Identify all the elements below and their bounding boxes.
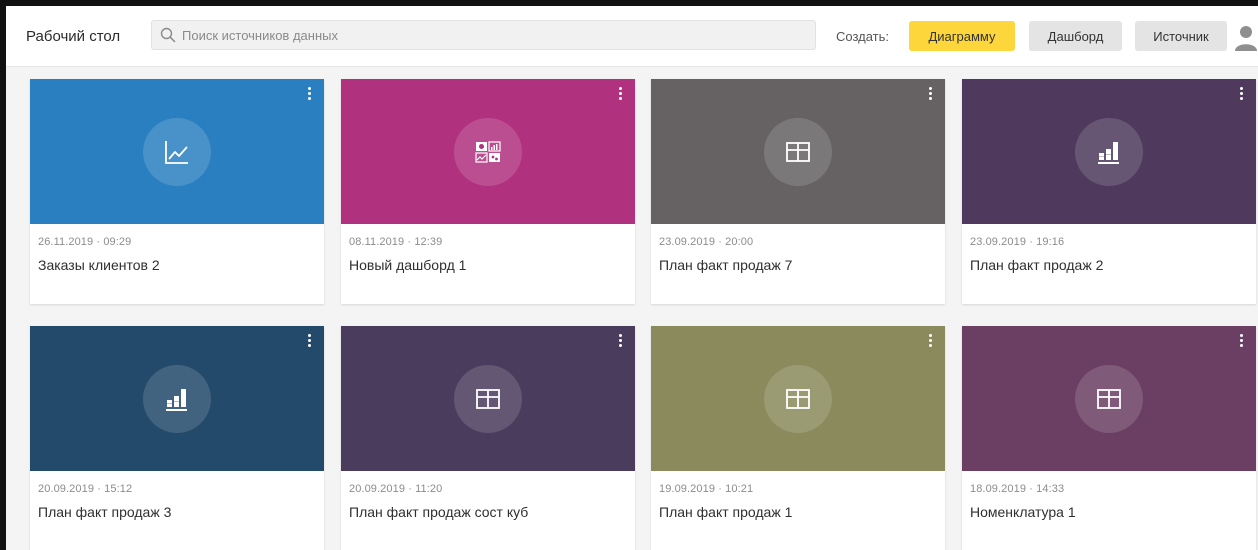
report-card[interactable]: 23.09.2019 · 19:16 План факт продаж 2 <box>962 79 1256 304</box>
card-thumbnail[interactable] <box>962 326 1256 471</box>
more-options-icon[interactable] <box>925 85 935 105</box>
more-options-icon[interactable] <box>1236 85 1246 105</box>
card-title[interactable]: План факт продаж сост куб <box>349 504 528 520</box>
card-thumbnail[interactable] <box>651 79 945 224</box>
card-title[interactable]: План факт продаж 3 <box>38 504 171 520</box>
report-card[interactable]: 26.11.2019 · 09:29 Заказы клиентов 2 <box>30 79 324 304</box>
app-window: Рабочий стол Создать: Диаграмму Дашборд … <box>0 0 1258 550</box>
report-card[interactable]: 18.09.2019 · 14:33 Номенклатура 1 <box>962 326 1256 550</box>
table-icon <box>784 138 812 166</box>
card-thumbnail[interactable] <box>30 79 324 224</box>
page-title[interactable]: Рабочий стол <box>26 28 120 45</box>
report-card[interactable]: 19.09.2019 · 10:21 План факт продаж 1 <box>651 326 945 550</box>
table-icon <box>784 385 812 413</box>
user-avatar-icon[interactable] <box>1234 23 1258 51</box>
card-title[interactable]: Номенклатура 1 <box>970 504 1076 520</box>
card-date: 23.09.2019 · 20:00 <box>659 236 754 248</box>
more-options-icon[interactable] <box>1236 332 1246 352</box>
card-date: 20.09.2019 · 15:12 <box>38 483 133 495</box>
create-label: Создать: <box>836 29 890 44</box>
table-icon <box>1095 385 1123 413</box>
table-icon <box>474 385 502 413</box>
report-card[interactable]: 08.11.2019 · 12:39 Новый дашборд 1 <box>341 79 635 304</box>
more-options-icon[interactable] <box>304 85 314 105</box>
card-title[interactable]: План факт продаж 1 <box>659 504 792 520</box>
card-title[interactable]: План факт продаж 7 <box>659 257 792 273</box>
card-date: 19.09.2019 · 10:21 <box>659 483 754 495</box>
card-title[interactable]: Новый дашборд 1 <box>349 257 466 273</box>
bar-chart-icon <box>163 385 191 413</box>
dashboard-icon <box>474 138 502 166</box>
card-thumbnail[interactable] <box>341 79 635 224</box>
card-date: 26.11.2019 · 09:29 <box>38 236 132 248</box>
card-thumbnail[interactable] <box>651 326 945 471</box>
more-options-icon[interactable] <box>304 332 314 352</box>
card-date: 18.09.2019 · 14:33 <box>970 483 1065 495</box>
more-options-icon[interactable] <box>615 332 625 352</box>
report-card[interactable]: 20.09.2019 · 15:12 План факт продаж 3 <box>30 326 324 550</box>
more-options-icon[interactable] <box>925 332 935 352</box>
create-chart-button[interactable]: Диаграмму <box>909 21 1015 51</box>
card-title[interactable]: Заказы клиентов 2 <box>38 257 160 273</box>
bar-chart-icon <box>1095 138 1123 166</box>
search-input[interactable] <box>180 24 804 46</box>
search-box[interactable] <box>151 20 816 50</box>
create-source-button[interactable]: Источник <box>1135 21 1227 51</box>
search-icon <box>160 27 176 43</box>
card-title[interactable]: План факт продаж 2 <box>970 257 1103 273</box>
card-thumbnail[interactable] <box>341 326 635 471</box>
create-dashboard-button[interactable]: Дашборд <box>1029 21 1122 51</box>
card-date: 20.09.2019 · 11:20 <box>349 483 443 495</box>
card-thumbnail[interactable] <box>962 79 1256 224</box>
card-date: 08.11.2019 · 12:39 <box>349 236 443 248</box>
card-date: 23.09.2019 · 19:16 <box>970 236 1065 248</box>
top-bar: Рабочий стол Создать: Диаграмму Дашборд … <box>6 6 1258 67</box>
card-thumbnail[interactable] <box>30 326 324 471</box>
more-options-icon[interactable] <box>615 85 625 105</box>
cards-grid: 26.11.2019 · 09:29 Заказы клиентов 2 08.11… <box>6 67 1258 550</box>
report-card[interactable]: 23.09.2019 · 20:00 План факт продаж 7 <box>651 79 945 304</box>
line-chart-icon <box>163 138 191 166</box>
report-card[interactable]: 20.09.2019 · 11:20 План факт продаж сост … <box>341 326 635 550</box>
